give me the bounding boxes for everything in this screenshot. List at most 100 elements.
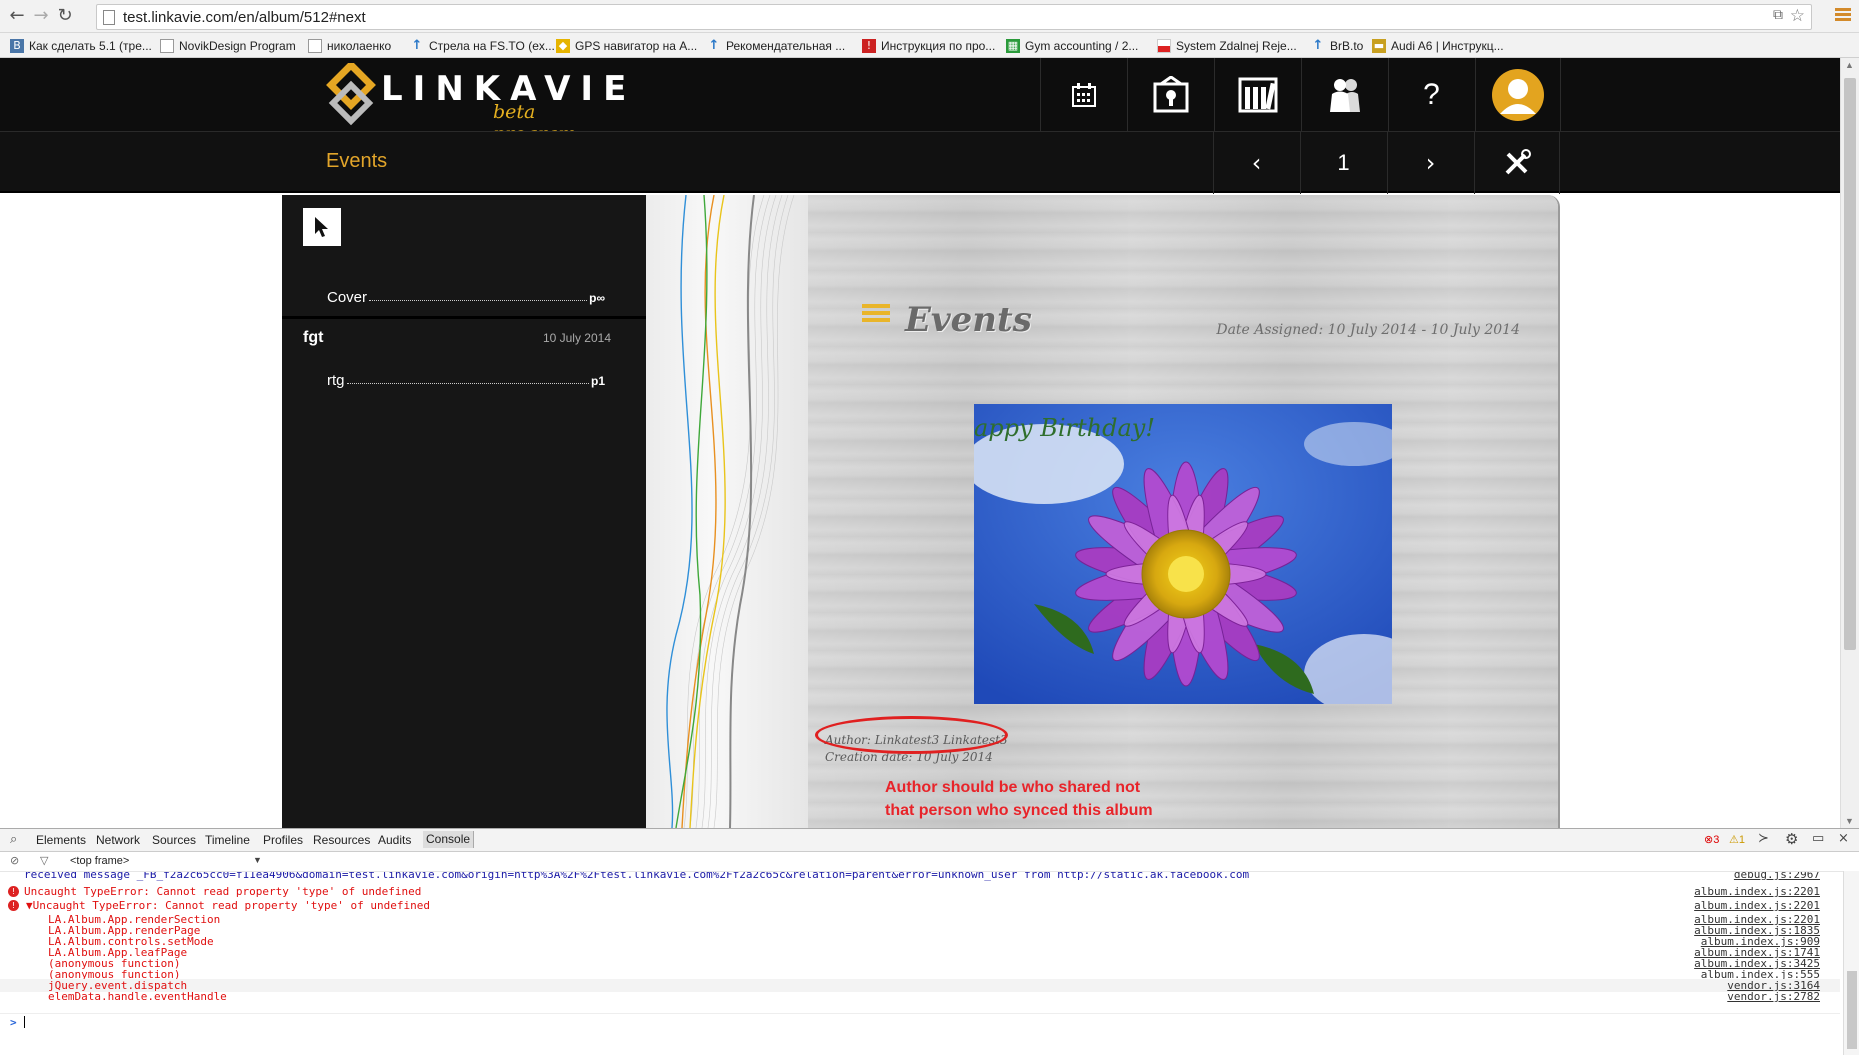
scroll-up-icon[interactable]: ▲ [1845, 60, 1854, 70]
settings-button[interactable] [1474, 132, 1560, 194]
bookmark-star-icon[interactable]: ☆ [1790, 6, 1805, 26]
devtools-tab-network[interactable]: Network [96, 833, 140, 847]
page-scrollbar[interactable]: ▲ ▼ [1840, 58, 1859, 828]
bookmark-item[interactable]: ▦ Gym accounting / 2... [1006, 37, 1138, 54]
inspect-icon[interactable]: ⌕ [10, 832, 17, 847]
scroll-down-icon[interactable]: ▼ [1845, 816, 1854, 826]
toc-item-rtg[interactable]: rtg p1 [327, 372, 605, 389]
decorative-swirl [666, 195, 795, 828]
filter-icon[interactable]: ▽ [40, 854, 48, 867]
bookmark-item[interactable]: B Как сделать 5.1 (тре... [10, 37, 152, 54]
bookmark-item[interactable]: ↑ Стрела на FS.TO (ex... [410, 37, 555, 54]
forward-icon[interactable]: → [31, 6, 51, 26]
console-scrollbar[interactable] [1843, 871, 1859, 1055]
question-icon: ? [1423, 77, 1440, 111]
page-number[interactable]: 1 [1300, 132, 1386, 194]
bookmark-item[interactable]: System Zdalnej Reje... [1157, 37, 1297, 54]
devtools-tab-sources[interactable]: Sources [152, 833, 196, 847]
console-message: elemData.handle.eventHandle [48, 990, 227, 1003]
library-button[interactable] [1214, 58, 1300, 131]
frame-selector[interactable]: <top frame> [70, 855, 129, 867]
album-button[interactable] [1127, 58, 1213, 131]
arrow-up-icon: ↑ [1312, 37, 1324, 53]
scroll-thumb[interactable] [1847, 971, 1857, 1049]
gear-icon[interactable]: ⚙ [1785, 830, 1798, 848]
dock-icon[interactable]: ▭ [1812, 831, 1824, 846]
gps-icon: ◆ [556, 38, 570, 53]
bookmark-item[interactable]: ! Инструкция по про... [862, 37, 995, 54]
close-icon[interactable]: × [1838, 831, 1849, 846]
console-source-link[interactable]: debug.js:2967 [1734, 872, 1820, 881]
previous-page-button[interactable]: ‹ [1213, 132, 1299, 194]
bookmark-label: NovikDesign Program [179, 38, 296, 53]
bookmark-item[interactable]: NovikDesign Program [160, 37, 296, 54]
leader-dots [369, 300, 588, 301]
album-photo[interactable] [974, 404, 1392, 704]
devtools-tab-timeline[interactable]: Timeline [205, 833, 250, 847]
console-input[interactable] [24, 1016, 25, 1028]
console-drawer-icon[interactable]: ≻ [1758, 831, 1769, 846]
browser-menu-icon[interactable] [1835, 8, 1851, 24]
clear-console-icon[interactable]: ⊘ [10, 854, 19, 867]
annotation-note: Author should be who shared not that per… [885, 776, 1153, 822]
car-icon: ▬ [1372, 38, 1386, 53]
devtools-tab-profiles[interactable]: Profiles [263, 833, 303, 847]
toc-page-ref: p∞ [589, 291, 605, 305]
chevron-down-icon[interactable]: ▼ [253, 855, 262, 865]
console-message: received message _FB_f2a2c65cc0=f11ea490… [24, 872, 1250, 881]
back-icon[interactable]: ← [7, 6, 27, 26]
chevron-right-icon: › [1425, 149, 1436, 177]
translate-icon[interactable]: ⧉ [1773, 7, 1783, 23]
bookmark-item[interactable]: николаенко [308, 37, 391, 54]
section-bar: Events ‹ 1 › [0, 131, 1840, 194]
users-icon [1329, 78, 1360, 112]
console-source-link[interactable]: album.index.js:2201 [1694, 899, 1820, 912]
profile-button[interactable] [1475, 58, 1561, 131]
reload-icon[interactable]: ↻ [55, 6, 75, 26]
list-icon[interactable] [862, 304, 890, 326]
bookmark-label: System Zdalnej Reje... [1176, 38, 1297, 53]
calendar-button[interactable] [1040, 58, 1126, 131]
console-line: received message _FB_f2a2c65cc0=f11ea490… [0, 872, 1840, 881]
avatar [1492, 68, 1544, 121]
bookmark-item[interactable]: ▬ Audi A6 | Инструкц... [1372, 37, 1504, 54]
toc-group-fgt[interactable]: fgt 10 July 2014 [303, 329, 611, 347]
contacts-button[interactable] [1301, 58, 1387, 131]
devtools-tab-console[interactable]: Console [423, 831, 475, 848]
help-button[interactable]: ? [1388, 58, 1474, 131]
annotation-line: Author should be who shared not [885, 779, 1141, 796]
bookmark-item[interactable]: ↑ BrB.to [1311, 37, 1364, 54]
console-message: Uncaught TypeError: Cannot read property… [24, 885, 422, 898]
page-icon [308, 38, 322, 53]
photo-album-icon [1153, 75, 1188, 112]
devtools-tab-elements[interactable]: Elements [36, 833, 86, 847]
console-line: elemData.handle.eventHandle vendor.js:278… [0, 990, 1840, 1003]
bookshelf-icon [1238, 77, 1277, 112]
page-title: Events [905, 300, 1032, 340]
bookmark-label: Рекомендательная ... [726, 38, 846, 53]
arrow-up-icon: ↑ [708, 37, 720, 53]
select-tool-button[interactable] [303, 208, 341, 246]
flower-photo [974, 404, 1392, 704]
page-decoration [646, 195, 808, 828]
error-count-badge[interactable]: ⊗3 [1704, 833, 1719, 846]
bookmark-item[interactable]: ↑ Рекомендательная ... [707, 37, 846, 54]
site-header: LINKAVIE beta program ? [0, 58, 1840, 145]
vk-icon: B [10, 38, 24, 53]
linkavie-logo[interactable]: LINKAVIE beta program [325, 61, 626, 145]
page-icon [103, 10, 115, 25]
toc-item-cover[interactable]: Cover p∞ [327, 289, 605, 306]
scroll-thumb[interactable] [1844, 78, 1856, 650]
console-source-link[interactable]: vendor.js:2782 [1727, 990, 1820, 1003]
console-source-link[interactable]: album.index.js:2201 [1694, 885, 1820, 898]
devtools-tab-audits[interactable]: Audits [378, 833, 411, 847]
bookmark-item[interactable]: ◆ GPS навигатор на А... [556, 37, 697, 54]
toc-item-label: rtg [327, 372, 345, 389]
warning-count-badge[interactable]: ⚠1 [1729, 833, 1745, 846]
cursor-arrow-icon [315, 217, 328, 237]
address-bar[interactable]: test.linkavie.com/en/album/512#next ⧉ ☆ [96, 4, 1812, 30]
next-page-button[interactable]: › [1387, 132, 1473, 194]
error-icon: ! [8, 900, 19, 911]
devtools-tab-resources[interactable]: Resources [313, 833, 370, 847]
console-prompt[interactable]: > [0, 1013, 1840, 1031]
